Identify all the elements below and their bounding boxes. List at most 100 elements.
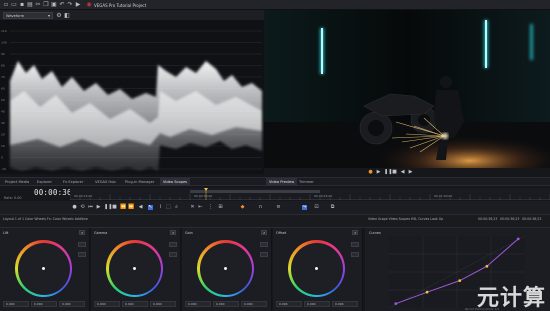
- delete-icon[interactable]: ✕: [190, 205, 195, 210]
- wheel-slider[interactable]: [260, 242, 268, 247]
- marker-icon[interactable]: ◆: [240, 205, 245, 210]
- wheel-title: Gain: [185, 231, 193, 235]
- value-field[interactable]: 0.000: [150, 301, 176, 307]
- open-folder-icon[interactable]: ▭: [11, 2, 17, 8]
- envelope-tool-icon[interactable]: ⌇: [158, 205, 163, 210]
- value-field[interactable]: 0.000: [3, 301, 29, 307]
- prev-frame-icon[interactable]: ◀: [138, 205, 143, 210]
- wheel-title: Offset: [276, 231, 287, 235]
- reset-icon[interactable]: ↺: [261, 230, 267, 235]
- loop-icon[interactable]: ⟲: [80, 205, 85, 210]
- go-start-icon[interactable]: ⏪: [120, 205, 126, 210]
- color-wheel-gain[interactable]: [197, 240, 254, 297]
- tab-fx-explorer[interactable]: Fx Explorer: [60, 178, 86, 186]
- value-field[interactable]: 0.000: [31, 301, 57, 307]
- cut-icon[interactable]: ✂: [35, 2, 41, 8]
- color-wheel-lift[interactable]: [15, 240, 72, 297]
- curve-control-point[interactable]: [394, 302, 398, 306]
- preview-next-frame-icon[interactable]: ▶: [408, 170, 413, 175]
- tab-video-scopes[interactable]: Video Scopes: [160, 178, 191, 186]
- play-from-start-icon[interactable]: ⏮: [88, 205, 93, 210]
- wheel-handle[interactable]: [224, 267, 227, 270]
- wheel-handle[interactable]: [133, 267, 136, 270]
- reset-icon[interactable]: ↺: [170, 230, 176, 235]
- curve-control-point[interactable]: [516, 237, 520, 241]
- curve-control-point[interactable]: [458, 279, 462, 283]
- copy-icon[interactable]: ❐: [43, 2, 49, 8]
- paste-icon[interactable]: ▣: [51, 2, 57, 8]
- wheel-panel-lift: Lift ↺ 0.000 0.000 0.000: [0, 228, 90, 311]
- stop-icon[interactable]: ■: [112, 205, 117, 210]
- undo-icon[interactable]: ↶: [59, 2, 65, 8]
- wheel-slider[interactable]: [78, 252, 86, 257]
- tab-project-media[interactable]: Project Media: [2, 178, 32, 186]
- tab-plugin-manager[interactable]: Plug-In Manager: [122, 178, 157, 186]
- video-preview[interactable]: [264, 10, 550, 174]
- tab-video-preview[interactable]: Video Preview: [266, 178, 298, 186]
- timeline-ruler[interactable]: 00:00:15;00 00:00:30;00 00:00:45;00 00:0…: [69, 188, 550, 200]
- new-project-icon[interactable]: ▫: [3, 2, 9, 8]
- render-icon[interactable]: ▶: [75, 2, 81, 8]
- wheel-slider[interactable]: [351, 252, 359, 257]
- reset-icon[interactable]: ↺: [79, 230, 85, 235]
- wheel-values: 0.000 0.000 0.000: [185, 301, 269, 308]
- color-wheel-offset[interactable]: [288, 240, 345, 297]
- tab-vegas-hub[interactable]: VEGAS Hub: [92, 178, 119, 186]
- preview-transport: ● ▶ ❚❚ ■ ◀ ▶: [264, 168, 550, 177]
- preview-prev-frame-icon[interactable]: ◀: [400, 170, 405, 175]
- curve-control-point[interactable]: [485, 264, 489, 268]
- preview-play-icon[interactable]: ▶: [376, 170, 381, 175]
- window-tabs: Project Media Explorer Fx Explorer VEGAS…: [0, 177, 550, 186]
- snap-icon[interactable]: ⊞: [218, 205, 223, 210]
- wheel-slider[interactable]: [78, 242, 86, 247]
- preview-stop-icon[interactable]: ■: [392, 170, 397, 175]
- scope-type-value: Waveform: [6, 14, 25, 18]
- tab-explorer[interactable]: Explorer: [34, 178, 55, 186]
- zoom-tool-icon[interactable]: ⌕: [174, 205, 179, 210]
- redo-icon[interactable]: ↷: [67, 2, 73, 8]
- value-field[interactable]: 0.000: [276, 301, 302, 307]
- trim-icon[interactable]: ⇤: [198, 205, 203, 210]
- split-icon[interactable]: ⋮: [208, 205, 213, 210]
- go-end-icon[interactable]: ⏩: [128, 205, 134, 210]
- value-field[interactable]: 0.000: [332, 301, 358, 307]
- play-icon[interactable]: ▶: [96, 205, 101, 210]
- value-field[interactable]: 0.000: [213, 301, 239, 307]
- pause-icon[interactable]: ❚❚: [104, 205, 112, 210]
- wheel-slider[interactable]: [169, 242, 177, 247]
- ripple-icon[interactable]: ≋: [276, 205, 281, 210]
- lock-envelopes-icon[interactable]: ⊡: [314, 205, 319, 210]
- reset-icon[interactable]: ↺: [352, 230, 358, 235]
- properties-icon[interactable]: ▤: [27, 2, 33, 8]
- preview-frame: [264, 10, 550, 174]
- selection-tool-icon[interactable]: ⬚: [166, 205, 171, 210]
- ignore-grouping-icon[interactable]: ⧉: [330, 205, 335, 210]
- preview-loop-icon[interactable]: ●: [368, 170, 373, 175]
- value-field[interactable]: 0.000: [185, 301, 211, 307]
- normal-edit-tool-icon[interactable]: ↖: [148, 205, 153, 210]
- wheel-panel-gain: Gain ↺ 0.000 0.000 0.000: [182, 228, 272, 311]
- wheel-slider[interactable]: [351, 242, 359, 247]
- scope-settings-icon[interactable]: ⚙: [56, 13, 62, 19]
- wheel-handle[interactable]: [42, 267, 45, 270]
- scope-tick-label: 10: [1, 144, 5, 148]
- tab-trimmer[interactable]: Trimmer: [296, 178, 317, 186]
- value-field[interactable]: 0.000: [122, 301, 148, 307]
- value-field[interactable]: 0.000: [94, 301, 120, 307]
- scope-tick-label: 50: [1, 98, 5, 102]
- wheel-handle[interactable]: [315, 267, 318, 270]
- color-wheel-gamma[interactable]: [106, 240, 163, 297]
- value-field[interactable]: 0.000: [59, 301, 85, 307]
- value-field[interactable]: 0.000: [241, 301, 267, 307]
- magnet-icon[interactable]: ∩: [258, 205, 263, 210]
- record-icon[interactable]: ●: [72, 205, 77, 210]
- value-field[interactable]: 0.000: [304, 301, 330, 307]
- preview-pause-icon[interactable]: ❚❚: [384, 170, 392, 175]
- curve-control-point[interactable]: [425, 290, 429, 294]
- wheel-slider[interactable]: [169, 252, 177, 257]
- auto-ripple-icon[interactable]: ⤳: [302, 205, 307, 210]
- save-icon[interactable]: ▪: [19, 2, 25, 8]
- scope-update-icon[interactable]: ◧: [64, 13, 70, 19]
- scope-type-select[interactable]: Waveform ▾: [3, 12, 53, 19]
- wheel-slider[interactable]: [260, 252, 268, 257]
